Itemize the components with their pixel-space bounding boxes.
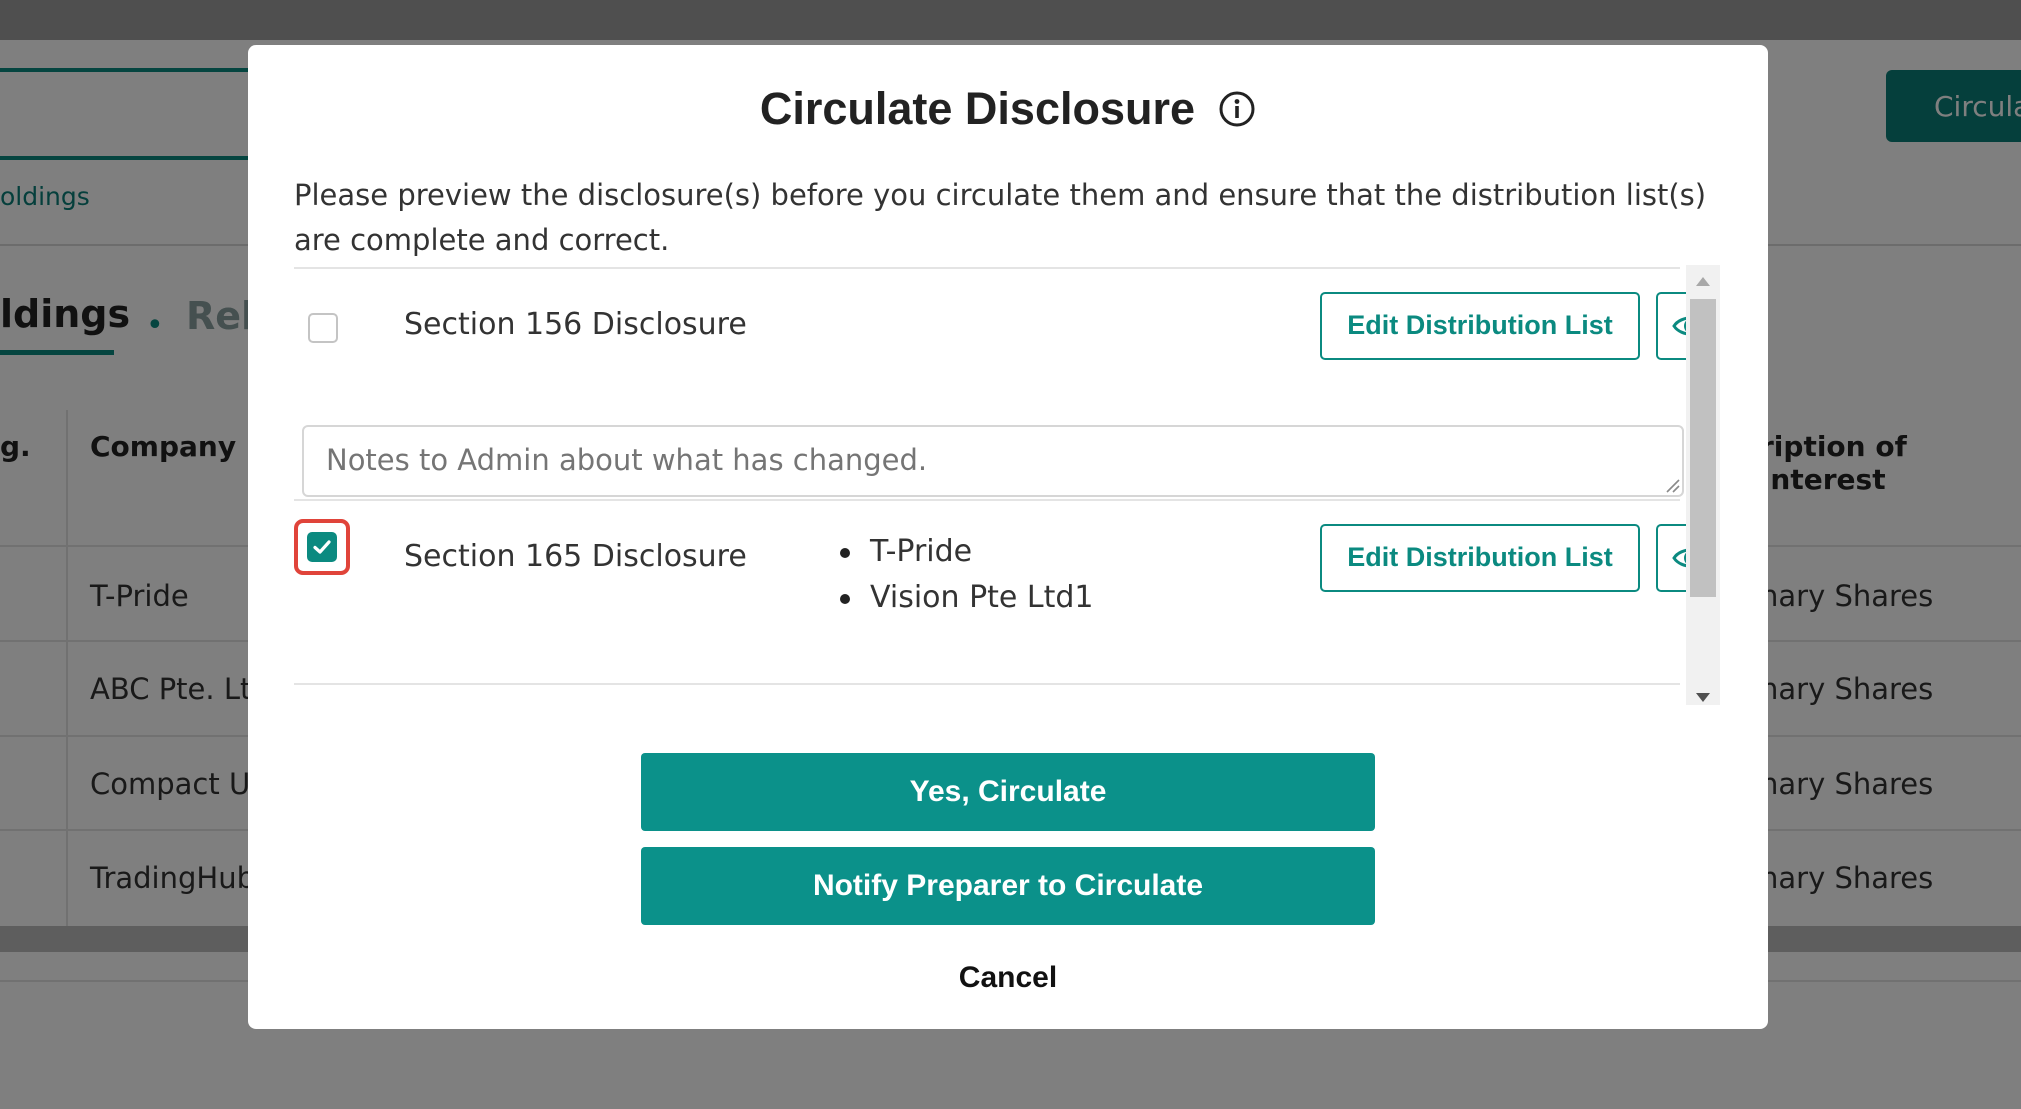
circulate-disclosure-modal: Circulate Disclosure Please preview the … (248, 45, 1768, 1029)
checkmark-icon (313, 540, 331, 554)
section-165-checkbox[interactable] (307, 532, 337, 562)
yes-circulate-button[interactable]: Yes, Circulate (641, 753, 1375, 831)
cancel-button[interactable]: Cancel (248, 961, 1768, 995)
scroll-up-icon[interactable] (1696, 277, 1710, 286)
recipient-item: Vision Pte Ltd1 (836, 575, 1094, 621)
divider (294, 267, 1680, 269)
resize-handle-icon[interactable] (1662, 475, 1680, 493)
notify-preparer-button[interactable]: Notify Preparer to Circulate (641, 847, 1375, 925)
modal-description: Please preview the disclosure(s) before … (294, 178, 1707, 257)
recipient-list: T-Pride Vision Pte Ltd1 (836, 529, 1094, 621)
edit-distribution-list-button[interactable]: Edit Distribution List (1320, 524, 1640, 592)
section-156-checkbox[interactable] (308, 313, 338, 343)
edit-distribution-list-button[interactable]: Edit Distribution List (1320, 292, 1640, 360)
recipient-item: T-Pride (836, 529, 1094, 575)
modal-title: Circulate Disclosure (759, 83, 1196, 134)
divider (294, 683, 1680, 685)
section-156-label: Section 156 Disclosure (404, 307, 747, 342)
scroll-down-icon[interactable] (1696, 693, 1710, 702)
notes-to-admin-input[interactable] (302, 425, 1684, 497)
modal-header: Circulate Disclosure (248, 83, 1768, 135)
divider (294, 499, 1680, 501)
scrollbar-thumb[interactable] (1690, 299, 1716, 597)
info-icon[interactable] (1218, 90, 1256, 128)
section-165-label: Section 165 Disclosure (404, 539, 747, 574)
